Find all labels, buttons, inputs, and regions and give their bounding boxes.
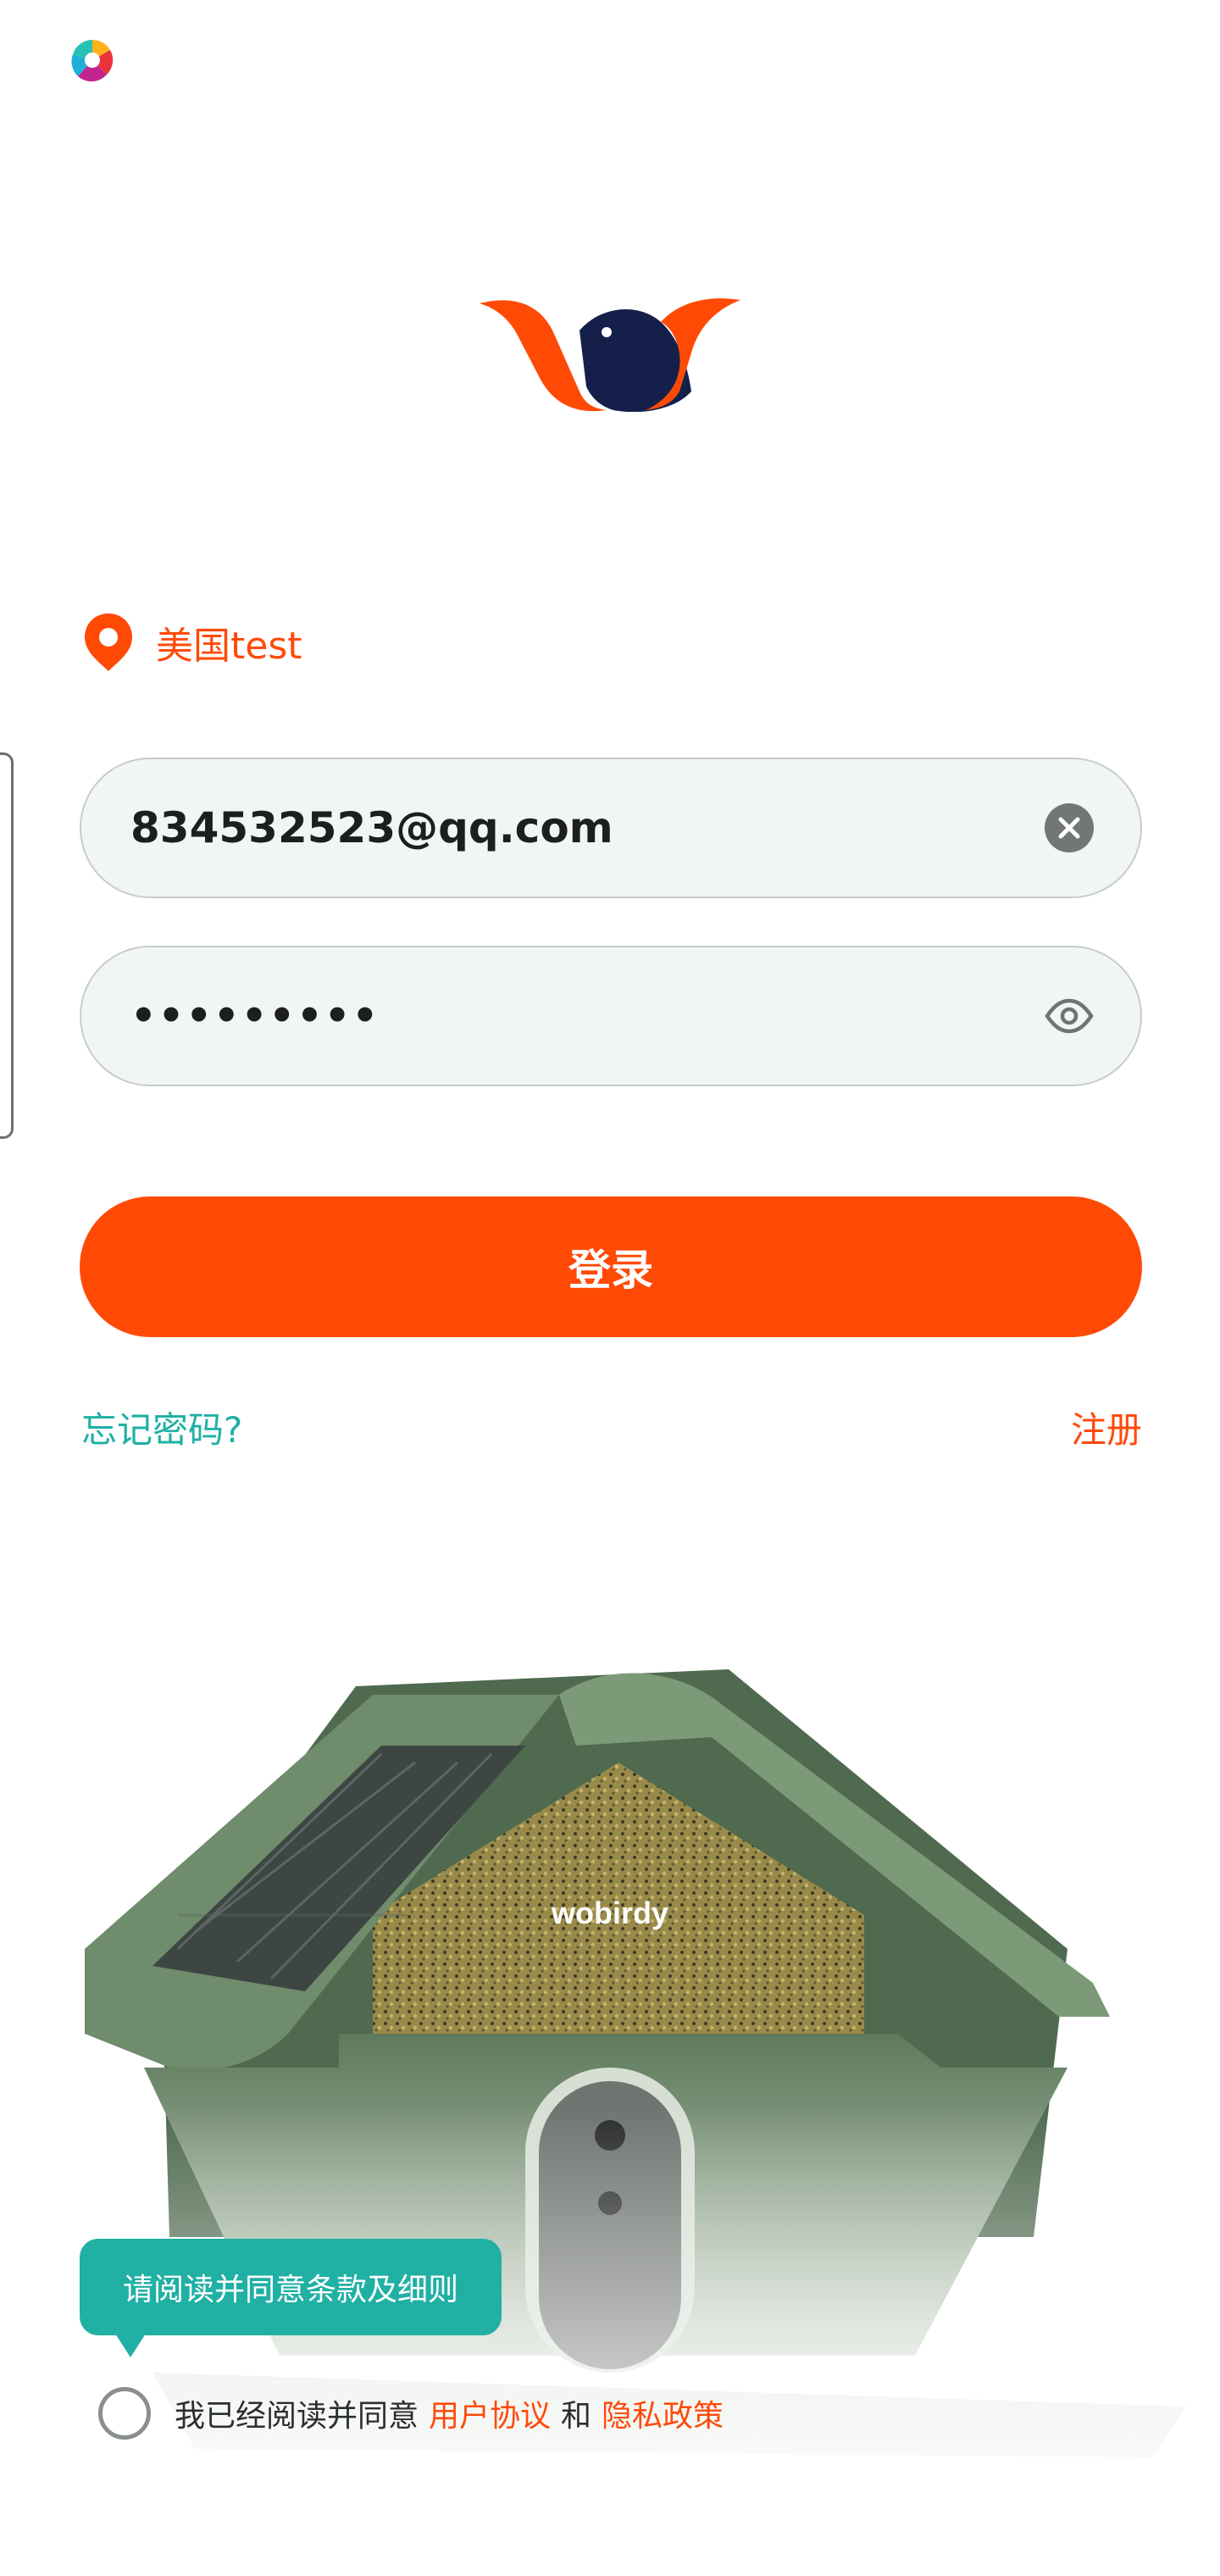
forgot-password-link[interactable]: 忘记密码?: [81, 1402, 242, 1453]
clear-circle-icon[interactable]: [1044, 802, 1095, 853]
password-value[interactable]: •••••••••: [130, 992, 1044, 1040]
password-field[interactable]: •••••••••: [80, 946, 1142, 1086]
terms-tooltip: 请阅读并同意条款及细则: [80, 2239, 502, 2335]
bird-feeder-image: wobirdy: [51, 1593, 1195, 2525]
region-selector[interactable]: 美国test: [81, 612, 302, 673]
register-link[interactable]: 注册: [1071, 1402, 1142, 1453]
terms-tooltip-tail: [115, 2334, 146, 2357]
side-edge-handle: [0, 752, 14, 1139]
agree-prefix: 我已经阅读并同意: [175, 2399, 419, 2434]
region-label: 美国test: [156, 625, 302, 668]
wobirdy-logo: [480, 298, 740, 412]
location-pin-icon: [85, 613, 132, 671]
agree-radio[interactable]: [98, 2387, 151, 2440]
email-field[interactable]: 834532523@qq.com: [80, 758, 1142, 898]
privacy-policy-link[interactable]: 隐私政策: [602, 2391, 724, 2435]
terms-agreement: 我已经阅读并同意 用户协议 和 隐私政策: [98, 2386, 724, 2440]
login-screen: 美国test 834532523@qq.com ••••••••• 登录 忘记密…: [0, 0, 1220, 2576]
email-value[interactable]: 834532523@qq.com: [130, 803, 1044, 852]
eye-icon[interactable]: [1044, 991, 1095, 1041]
agree-and: 和: [561, 2399, 592, 2434]
app-launcher-icon: [71, 39, 114, 82]
login-button[interactable]: 登录: [80, 1196, 1142, 1337]
user-agreement-link[interactable]: 用户协议: [429, 2391, 551, 2435]
